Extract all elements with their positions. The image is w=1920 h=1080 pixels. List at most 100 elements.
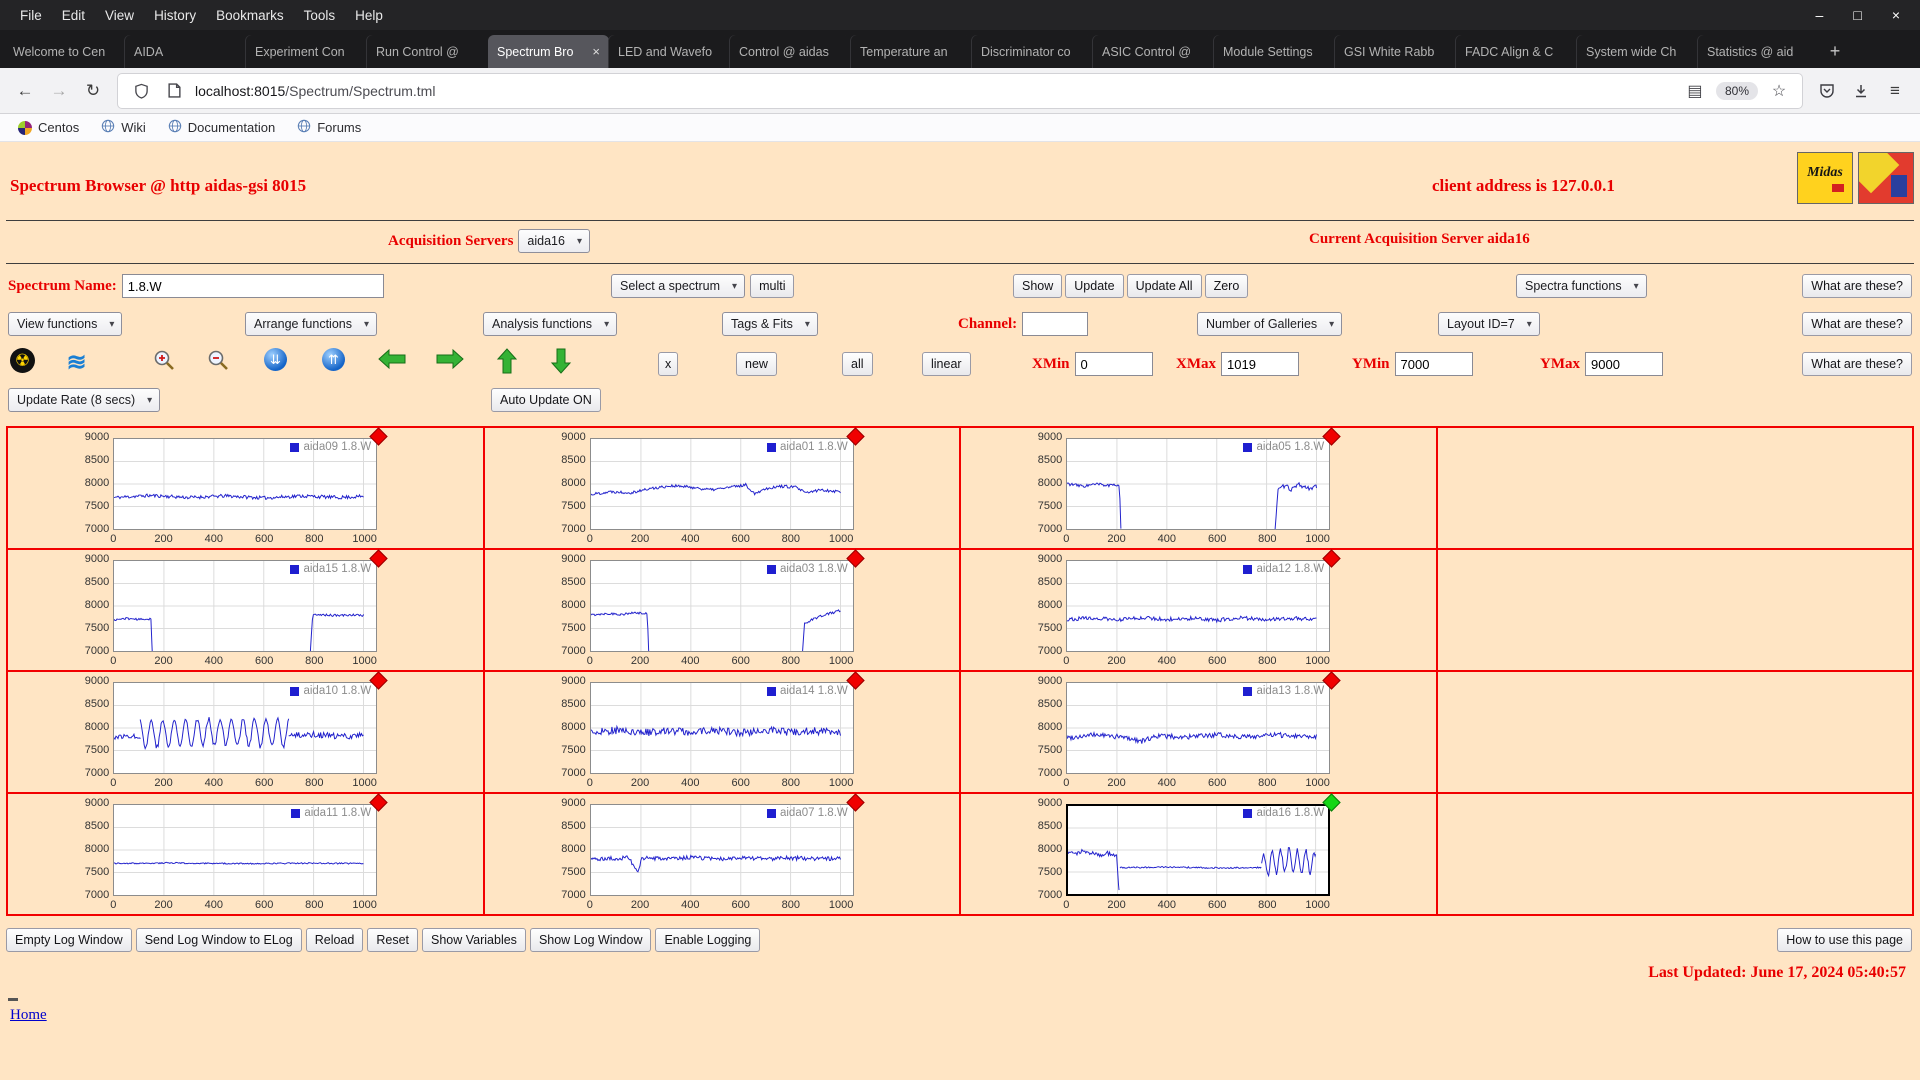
- blue-ball-down-icon[interactable]: ⇊: [264, 348, 287, 371]
- ymin-input[interactable]: [1394, 352, 1473, 376]
- menu-item-help[interactable]: Help: [345, 5, 393, 26]
- pocket-icon[interactable]: [1812, 76, 1842, 106]
- spectrum-chart[interactable]: 9000 8500 8000 7500 7000 0 200 400 600 800 1000 aid…: [85, 427, 388, 545]
- tab-close-icon[interactable]: ×: [592, 44, 600, 59]
- update-rate-dropdown[interactable]: Update Rate (8 secs) ▾: [8, 388, 161, 412]
- layout-id-dropdown[interactable]: Layout ID=7 ▾: [1438, 312, 1540, 336]
- menu-item-history[interactable]: History: [144, 5, 206, 26]
- zoom-in-icon[interactable]: [152, 348, 176, 372]
- forward-icon[interactable]: →: [44, 76, 74, 106]
- zero-button[interactable]: Zero: [1204, 274, 1249, 298]
- browser-tab[interactable]: Spectrum Bro ×: [488, 35, 609, 68]
- spectrum-chart[interactable]: 9000 8500 8000 7500 7000 0 200 400 600 800 1000 aid…: [561, 793, 865, 911]
- browser-tab[interactable]: Control @ aidas: [730, 35, 851, 68]
- menu-item-tools[interactable]: Tools: [294, 5, 346, 26]
- spectra-functions-dropdown[interactable]: Spectra functions ▾: [1516, 274, 1647, 298]
- spectrum-chart[interactable]: 9000 8500 8000 7500 7000 0 200 400 600 800 1000 aid…: [561, 427, 865, 545]
- auto-update-button[interactable]: Auto Update ON: [491, 388, 601, 412]
- spectrum-chart[interactable]: 9000 8500 8000 7500 7000 0 200 400 600 800 1000 aid…: [1038, 793, 1341, 911]
- linear-button[interactable]: linear: [922, 352, 971, 376]
- browser-tab[interactable]: Welcome to Cen: [4, 35, 125, 68]
- new-button[interactable]: new: [736, 352, 777, 376]
- bookmark-star-icon[interactable]: ☆: [1767, 79, 1791, 103]
- bookmark-item[interactable]: Centos: [10, 118, 87, 137]
- what-are-these-button[interactable]: What are these?: [1802, 312, 1912, 336]
- footer-button-empty-log-window[interactable]: Empty Log Window: [6, 928, 132, 952]
- analysis-functions-dropdown[interactable]: Analysis functions ▾: [483, 312, 618, 336]
- footer-button-reset[interactable]: Reset: [367, 928, 418, 952]
- channel-input[interactable]: [1022, 312, 1089, 336]
- green-arrow-down-icon[interactable]: [550, 348, 572, 374]
- footer-button-reload[interactable]: Reload: [305, 928, 364, 952]
- spectrum-chart[interactable]: 9000 8500 8000 7500 7000 0 200 400 600 800 1000 aid…: [1038, 671, 1341, 789]
- x-button[interactable]: x: [658, 352, 679, 376]
- footer-button-enable-logging[interactable]: Enable Logging: [655, 928, 761, 952]
- browser-tab[interactable]: LED and Wavefo: [609, 35, 730, 68]
- all-button[interactable]: all: [842, 352, 873, 376]
- browser-tab[interactable]: Discriminator co: [972, 35, 1093, 68]
- menu-item-edit[interactable]: Edit: [52, 5, 95, 26]
- tags-fits-dropdown[interactable]: Tags & Fits ▾: [722, 312, 818, 336]
- app-menu-icon[interactable]: ≡: [1880, 76, 1910, 106]
- spectrum-chart[interactable]: 9000 8500 8000 7500 7000 0 200 400 600 800 1000 aid…: [1038, 549, 1341, 667]
- radiation-icon[interactable]: ☢: [10, 348, 35, 373]
- number-of-galleries-dropdown[interactable]: Number of Galleries ▾: [1197, 312, 1343, 336]
- how-to-use-button[interactable]: How to use this page: [1777, 928, 1912, 952]
- browser-tab[interactable]: Run Control @: [367, 35, 488, 68]
- footer-button-show-variables[interactable]: Show Variables: [422, 928, 526, 952]
- xmax-input[interactable]: [1221, 352, 1299, 376]
- page-info-icon[interactable]: [162, 79, 186, 103]
- bookmark-item[interactable]: Forums: [289, 117, 369, 138]
- what-are-these-button[interactable]: What are these?: [1802, 274, 1912, 298]
- tracking-shield-icon[interactable]: [129, 79, 153, 103]
- browser-tab[interactable]: FADC Align & C: [1456, 35, 1577, 68]
- browser-tab[interactable]: System wide Ch: [1577, 35, 1698, 68]
- xmin-input[interactable]: [1074, 352, 1153, 376]
- menu-item-bookmarks[interactable]: Bookmarks: [206, 5, 294, 26]
- spectrum-chart[interactable]: 9000 8500 8000 7500 7000 0 200 400 600 800 1000 aid…: [85, 549, 388, 667]
- browser-tab[interactable]: Statistics @ aid: [1698, 35, 1819, 68]
- browser-tab[interactable]: Module Settings: [1214, 35, 1335, 68]
- url-bar[interactable]: localhost:8015/Spectrum/Spectrum.tml ▤ 8…: [118, 73, 1802, 108]
- spectrum-chart[interactable]: 9000 8500 8000 7500 7000 0 200 400 600 800 1000 aid…: [561, 549, 865, 667]
- update-all-button[interactable]: Update All: [1126, 274, 1202, 298]
- reload-icon[interactable]: ↻: [78, 76, 108, 106]
- browser-tab[interactable]: ASIC Control @: [1093, 35, 1214, 68]
- browser-tab[interactable]: Experiment Con: [246, 35, 367, 68]
- reader-mode-icon[interactable]: ▤: [1683, 79, 1707, 103]
- url-text[interactable]: localhost:8015/Spectrum/Spectrum.tml: [195, 83, 1674, 99]
- browser-tab[interactable]: AIDA: [125, 35, 246, 68]
- bookmark-item[interactable]: Documentation: [160, 117, 283, 138]
- zoom-badge[interactable]: 80%: [1715, 81, 1758, 100]
- downloads-icon[interactable]: [1846, 76, 1876, 106]
- water-refresh-icon[interactable]: ≋: [64, 348, 89, 376]
- what-are-these-button[interactable]: What are these?: [1802, 352, 1912, 376]
- arrange-functions-dropdown[interactable]: Arrange functions ▾: [245, 312, 378, 336]
- bookmark-item[interactable]: Wiki: [93, 117, 154, 138]
- back-icon[interactable]: ←: [10, 76, 40, 106]
- footer-button-show-log-window[interactable]: Show Log Window: [529, 928, 652, 952]
- menu-item-file[interactable]: File: [10, 5, 52, 26]
- show-button[interactable]: Show: [1013, 274, 1063, 298]
- spectrum-name-input[interactable]: [121, 274, 384, 298]
- new-tab-button[interactable]: +: [1819, 35, 1851, 68]
- home-link[interactable]: Home: [10, 1007, 47, 1024]
- minimize-icon[interactable]: –: [1816, 7, 1824, 23]
- browser-tab[interactable]: GSI White Rabb: [1335, 35, 1456, 68]
- spectrum-chart[interactable]: 9000 8500 8000 7500 7000 0 200 400 600 800 1000 aid…: [85, 793, 388, 911]
- maximize-icon[interactable]: □: [1853, 7, 1861, 23]
- blue-ball-up-icon[interactable]: ⇈: [322, 348, 345, 371]
- close-icon[interactable]: ×: [1892, 7, 1900, 23]
- green-arrow-left-icon[interactable]: [378, 348, 406, 370]
- select-spectrum-dropdown[interactable]: Select a spectrum ▾: [611, 274, 746, 298]
- acquisition-server-select[interactable]: aida16 ▾: [518, 229, 590, 253]
- view-functions-dropdown[interactable]: View functions ▾: [8, 312, 123, 336]
- green-arrow-up-icon[interactable]: [496, 348, 518, 374]
- zoom-out-icon[interactable]: [206, 348, 230, 372]
- browser-tab[interactable]: Temperature an: [851, 35, 972, 68]
- ymax-input[interactable]: [1585, 352, 1663, 376]
- update-button[interactable]: Update: [1065, 274, 1124, 298]
- menu-item-view[interactable]: View: [95, 5, 144, 26]
- footer-button-send-log-window-to-elog[interactable]: Send Log Window to ELog: [135, 928, 302, 952]
- spectrum-chart[interactable]: 9000 8500 8000 7500 7000 0 200 400 600 800 1000 aid…: [561, 671, 865, 789]
